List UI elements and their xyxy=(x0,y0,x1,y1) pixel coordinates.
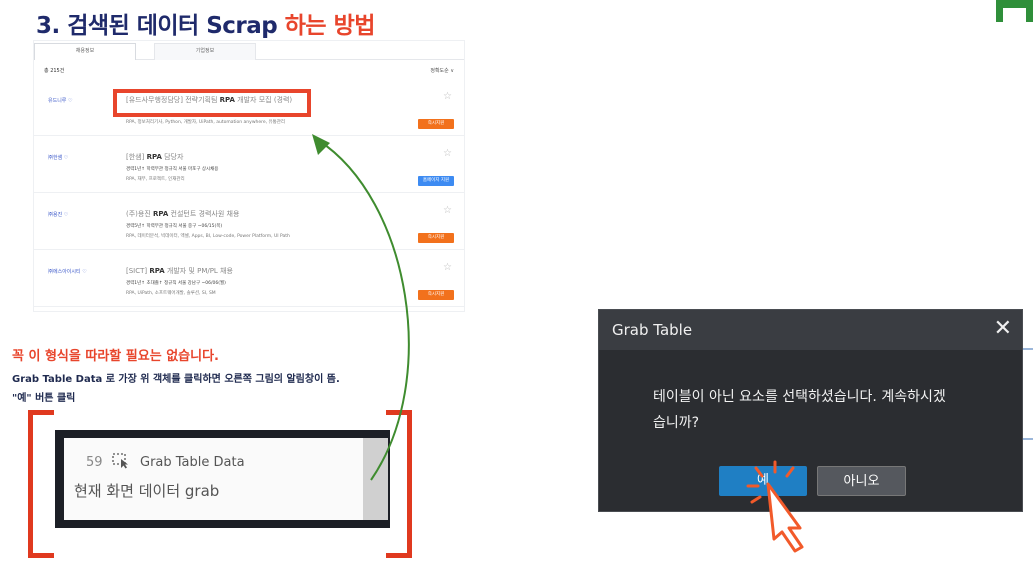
bracket-left xyxy=(28,410,54,558)
job-tags: RPA, UiPath, 소프트웨어개발, 솔루션, SI, SM xyxy=(126,291,216,296)
result-count: 총 215건 xyxy=(44,68,65,74)
note-instruction-1: Grab Table Data 로 가장 위 객체를 클릭하면 오른쪽 그림의 … xyxy=(12,374,340,385)
job-title[interactable]: [한샘] RPA 담당자 xyxy=(126,152,183,162)
note-instruction-2: "예" 버튼 클릭 xyxy=(12,393,76,404)
job-tags: RPA, 정보처리기사, Python, 개발자, UiPath, automa… xyxy=(126,120,286,125)
job-tags: RPA, 재무, 프로젝트, 인재관리 xyxy=(126,177,185,182)
dialog-message-line-1: 테이블이 아닌 요소를 선택하셨습니다. 계속하시겠 xyxy=(653,389,946,405)
job-title[interactable]: [SICT] RPA 개발자 및 PM/PL 채용 xyxy=(126,266,233,276)
job-title-pre: [SICT] xyxy=(126,267,150,275)
star-icon[interactable]: ☆ xyxy=(443,205,452,216)
result-tabs: 채용정보 기업정보 xyxy=(34,41,464,60)
job-title-post: 개발자 및 PM/PL 채용 xyxy=(164,267,233,275)
dialog-edge-lines xyxy=(1023,348,1033,440)
job-title-keyword: RPA xyxy=(146,153,162,161)
activity-card[interactable]: 59 Grab Table Data 현재 화면 데이터 grab xyxy=(64,438,364,520)
slide-title: 3. 검색된 데이터 Scrap 하는 방법 xyxy=(36,6,375,40)
dialog-header: Grab Table ✕ xyxy=(599,310,1022,350)
company-name[interactable]: 유드니루 ♡ xyxy=(48,97,72,104)
sort-dropdown[interactable]: 정확도순 ∨ xyxy=(430,67,454,74)
apply-button[interactable]: 즉시지원 xyxy=(418,290,454,300)
job-conditions: 경력1년↑ 초대졸↑ 정규직 서울 강남구 ~06/06(월) xyxy=(126,281,226,286)
company-name[interactable]: ㈜한샘 ♡ xyxy=(48,154,68,161)
job-title-keyword: RPA xyxy=(149,267,165,275)
note-warning: 꼭 이 형식을 따라할 필요는 없습니다. xyxy=(12,349,219,364)
job-title-pre: [한샘] xyxy=(126,153,147,161)
job-row[interactable]: ㈜에스아이시티 ♡ [SICT] RPA 개발자 및 PM/PL 채용 경력1년… xyxy=(34,250,464,307)
apply-button[interactable]: 즉시지원 xyxy=(418,119,454,129)
apply-button[interactable]: 즉시지원 xyxy=(418,233,454,243)
homepage-apply-button[interactable]: 홈페이지 지원 xyxy=(418,176,454,186)
tab-recruit-info[interactable]: 채용정보 xyxy=(34,43,136,60)
job-tags: RPA, 데이터분석, 빅데이터, 엑셀, Apps, BI, Low-code… xyxy=(126,234,290,239)
job-row[interactable]: ㈜한샘 ♡ [한샘] RPA 담당자 경력1년↑ 학력무관 정규직 서울 마포구… xyxy=(34,136,464,193)
yes-button[interactable]: 예 xyxy=(719,466,807,496)
tab-company-info[interactable]: 기업정보 xyxy=(154,43,256,60)
job-search-results-screenshot: 채용정보 기업정보 총 215건 정확도순 ∨ 유드니루 ♡ [유드사무행정담당… xyxy=(33,40,465,312)
grab-table-icon xyxy=(112,453,130,473)
job-title[interactable]: (주)용진 RPA 컨설턴트 경력사원 채용 xyxy=(126,209,239,219)
company-name[interactable]: ㈜에스아이시티 ♡ xyxy=(48,268,87,275)
star-icon[interactable]: ☆ xyxy=(443,91,452,102)
dialog-title: Grab Table xyxy=(612,321,693,339)
dialog-message-line-2: 습니까? xyxy=(653,415,700,431)
scrollbar[interactable] xyxy=(363,438,388,520)
corner-logo-icon xyxy=(996,0,1033,22)
job-title-post: 담당자 xyxy=(161,153,184,161)
activity-description: 현재 화면 데이터 grab xyxy=(74,482,220,500)
slide-title-prefix: 3. 검색된 데이터 Scrap xyxy=(36,13,285,39)
star-icon[interactable]: ☆ xyxy=(443,148,452,159)
star-icon[interactable]: ☆ xyxy=(443,262,452,273)
company-name[interactable]: ㈜용진 ♡ xyxy=(48,211,68,218)
activity-name: Grab Table Data xyxy=(140,455,245,470)
job-conditions: 경력5년↑ 학력무관 정규직 서울 중구 ~06/15(목) xyxy=(126,224,223,229)
grab-table-activity[interactable]: 59 Grab Table Data 현재 화면 데이터 grab xyxy=(55,430,390,528)
grab-table-dialog: Grab Table ✕ 테이블이 아닌 요소를 선택하셨습니다. 계속하시겠 … xyxy=(598,309,1023,512)
job-conditions: 경력1년↑ 학력무관 정규직 서울 마포구 상시채용 xyxy=(126,167,219,172)
job-title-keyword: RPA xyxy=(153,210,169,218)
job-title-post: 컨설턴트 경력사원 채용 xyxy=(168,210,240,218)
highlight-box xyxy=(113,89,311,117)
close-icon[interactable]: ✕ xyxy=(994,316,1012,342)
activity-number: 59 xyxy=(86,455,103,470)
job-row[interactable]: ㈜용진 ♡ (주)용진 RPA 컨설턴트 경력사원 채용 경력5년↑ 학력무관 … xyxy=(34,193,464,250)
slide-title-highlight: 하는 방법 xyxy=(284,13,376,39)
job-title-pre: (주)용진 xyxy=(126,210,154,218)
no-button[interactable]: 아니오 xyxy=(817,466,906,496)
